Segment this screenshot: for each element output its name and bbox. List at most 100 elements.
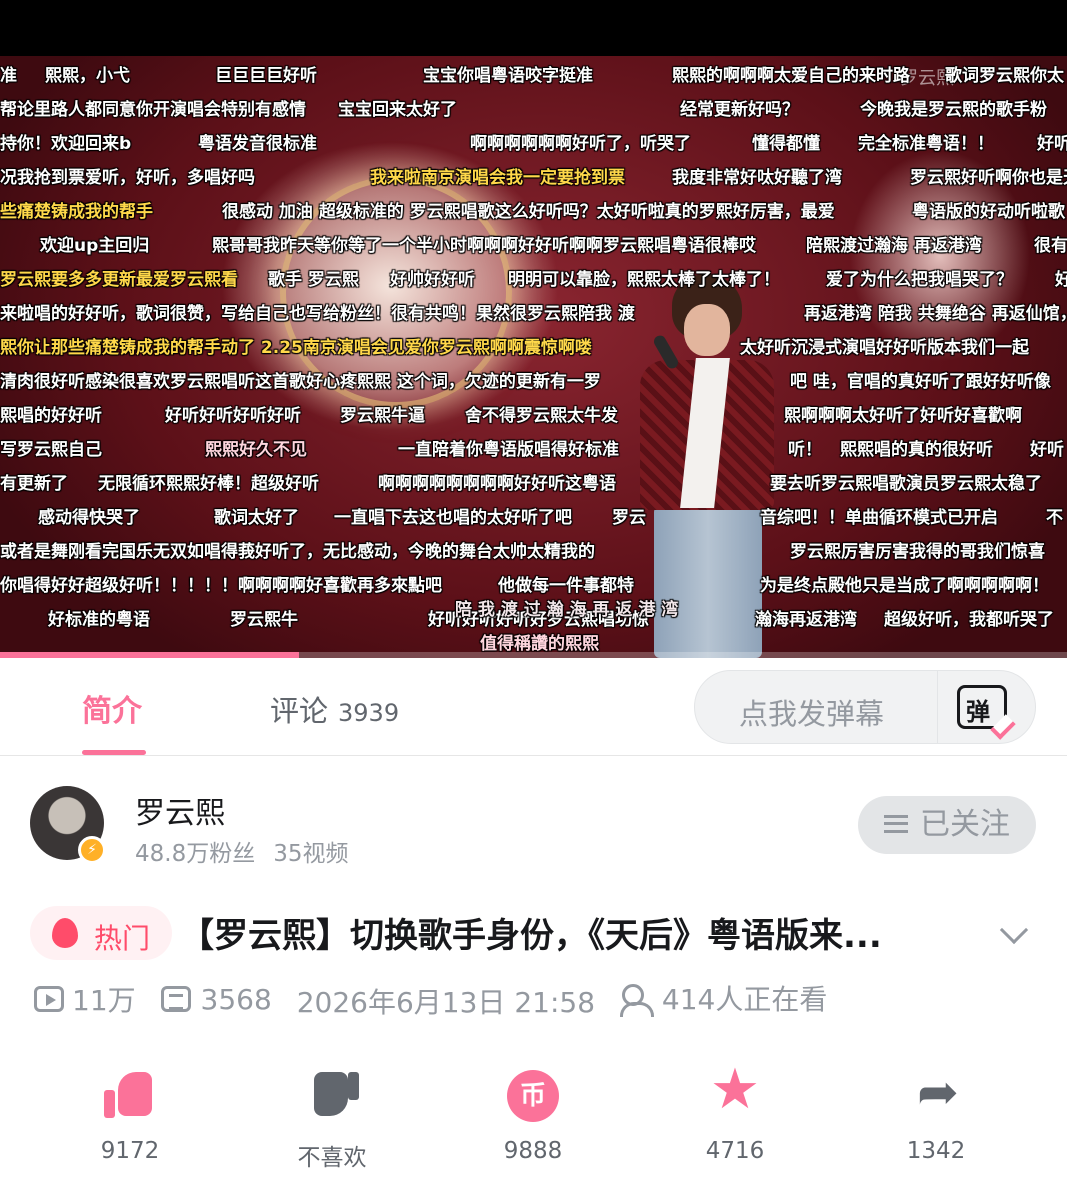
danmaku-comment: 熙熙，小弋 [45,66,130,86]
hot-badge[interactable]: 热门 [30,906,172,960]
danmaku-toggle-icon[interactable]: 弹 [957,685,1016,740]
danmaku-comment: 来啦唱的好好听，歌词很赞，写给自己也写给粉丝！很有共鸣！果然很罗云熙陪我 渡 [0,304,635,324]
video-player[interactable]: 罗云熙 准熙熙，小弋 巨巨巨巨好听 宝宝你唱粤语咬字挺准 熙熙的啊啊啊太爱自己的来时路… [0,56,1067,658]
uploader-name[interactable]: 罗云熙 [135,788,225,832]
uploader-followers: 48.8万粉丝 [135,841,256,867]
play-count-icon [34,986,64,1012]
danmaku-icon-char: 弹 [966,698,990,726]
danmaku-send-box[interactable]: 点我发弹幕 弹 [694,670,1036,744]
video-meta: 11万 3568 2026年6月13日 21:58 414人正在看 [34,978,843,1021]
danmaku-comment: 持你！欢迎回来b [0,134,132,154]
danmaku-comment: 再返港湾 陪我 共舞绝谷 再返仙馆，久 [804,304,1067,324]
danmaku-comment: 啊啊啊啊啊啊啊啊好好听这粤语 [378,474,616,494]
danmaku-comment: 有更新了 [0,474,68,494]
check-icon [990,714,1016,740]
hot-badge-label: 热门 [94,922,151,955]
coin-button[interactable]: 币 9888 [473,1062,593,1164]
danmaku-comment: 无限循环熙熙好棒！超级好听 [98,474,319,494]
danmaku-comment: 罗云熙厉害厉害我得的哥我们惊喜 [790,542,1045,562]
dislike-label: 不喜欢 [297,1145,367,1171]
danmaku-comment: 超级好听，我都听哭了 [884,610,1054,630]
danmaku-comment: 你唱得好好超级好听！！！！！啊啊啊啊好喜歡再多來點吧 [0,576,442,596]
uploader-videos: 35视频 [273,841,349,867]
danmaku-comment: 或者是舞刚看完国乐无双如唱得莪好听了，无比感动，今晚的舞台太帅太精我的 [0,542,595,562]
watching-icon [619,984,654,1017]
flame-icon [52,918,78,948]
danmaku-count: 3568 [200,982,272,1016]
favorite-button[interactable]: ★ 4716 [675,1057,795,1165]
danmaku-comment: 明明可以靠脸，熙熙太棒了太棒了！ [508,270,780,290]
chevron-down-icon[interactable] [999,915,1029,945]
like-button[interactable]: 9172 [70,1062,190,1164]
danmaku-comment: 熙熙好久不见 [205,440,307,460]
danmaku-comment: 要去听罗云熙唱歌演员罗云熙太稳了 [770,474,1042,494]
danmaku-comment: 粤语版的好动听啦歌 [912,202,1065,222]
dislike-button[interactable]: 不喜欢 [272,1062,392,1172]
danmaku-comment: 今晚我是罗云熙的歌手粉 [860,100,1047,120]
danmaku-comment: 太好听沉浸式演唱好好听版本我们一起 [740,338,1029,358]
follow-button[interactable]: 已关注 [858,796,1036,854]
danmaku-comment: 罗云 [612,508,646,528]
danmaku-comment: 熙你让那些痛楚铸成我的帮手动了 2.25南京演唱会见爱你罗云熙啊啊震惊啊喽 [0,338,592,358]
danmaku-comment: 好听 [1030,440,1064,460]
danmaku-comment: 熙熙唱的真的很好听 [840,440,993,460]
tab-intro[interactable]: 简介 [82,686,142,730]
tab-comments-label: 评论 [270,694,329,728]
danmaku-comment: 为是终点殿他只是当成了啊啊啊啊啊！ [760,576,1049,596]
danmaku-comment: 不 [1046,508,1063,528]
uploader-stats: 48.8万粉丝 35视频 [135,834,349,868]
danmaku-comment: 粤语发音很标准 [198,134,317,154]
danmaku-comment: 一直陪着你粤语版唱得好标准 [398,440,619,460]
coin-icon: 币 [505,1068,561,1124]
tab-comments[interactable]: 评论 3939 [270,688,399,730]
star-icon: ★ [709,1057,761,1122]
danmaku-input-placeholder[interactable]: 点我发弹幕 [739,691,884,733]
danmaku-comment: 好帅好好听 [390,270,475,290]
danmaku-comment: 熙唱的好好听 [0,406,102,426]
watching-count: 414人正在看 [661,983,828,1016]
action-bar: 9172 不喜欢 币 9888 ★ 4716 ➦ 1342 [0,1057,1067,1172]
danmaku-comment: 宝宝回来太好了 [338,100,457,120]
danmaku-comment: 他做每一件事都特 [498,576,634,596]
danmaku-layer: 准 熙熙，小弋 巨巨巨巨好听 宝宝你唱粤语咬字挺准 熙熙的啊啊啊太爱自己的来时路 歌词罗云… [0,56,1067,658]
share-arrow-icon: ➦ [917,1063,959,1121]
thumbs-up-icon [102,1068,158,1124]
danmaku-comment: 啊啊啊啊啊啊好听了，听哭了 [470,134,691,154]
danmaku-count-icon [160,986,191,1012]
danmaku-comment: 巨巨巨巨好听 [215,66,317,86]
view-count: 11万 [72,984,136,1017]
danmaku-comment: 罗云熙牛 [230,610,298,630]
menu-icon [884,815,908,833]
share-count: 1342 [906,1138,966,1164]
danmaku-comment: 我度非常好呔好聽了湾 [672,168,842,188]
danmaku-comment: 歌手 罗云熙 [268,270,359,290]
danmaku-comment: 好 [1055,270,1067,290]
coin-count: 9888 [503,1138,563,1164]
danmaku-comment: 音综吧！！单曲循环模式已开启 [760,508,998,528]
danmaku-comment: 感动得快哭了 [38,508,140,528]
danmaku-comment: 歌词罗云熙你太 [945,66,1064,86]
danmaku-comment: 准 [0,66,17,86]
tab-bar: 简介 评论 3939 点我发弹幕 弹 [0,658,1067,756]
danmaku-comment: 帮论里路人都同意你开演唱会特别有感情 [0,100,306,120]
favorite-count: 4716 [705,1138,765,1164]
danmaku-comment: 陪熙渡过瀚海 再返港湾 [806,236,982,256]
danmaku-comment: 熙熙的啊啊啊太爱自己的来时路 [672,66,910,86]
publish-datetime: 2026年6月13日 21:58 [296,986,596,1019]
danmaku-comment: 写罗云熙自己 [0,440,102,460]
danmaku-comment: 况我抢到票爱听，好听，多唱好吗 [0,168,255,188]
danmaku-comment: 熙哥哥我昨天等你等了一个半小时啊啊啊好好听啊啊罗云熙唱粤语很棒哎 [212,236,756,256]
danmaku-comment: 歌词太好了 [214,508,299,528]
danmaku-comment: 听！ [788,440,822,460]
danmaku-comment: 吧 哇，官唱的真好听了跟好好听像 [790,372,1051,392]
danmaku-comment: 清肉很好听感染很喜欢罗云熙唱听这首歌好心疼熙熙 这个词，欠迹的更新有一罗 [0,372,601,392]
danmaku-comment: 经常更新好吗？ [680,100,799,120]
danmaku-comment: 熙啊啊啊太好听了好听好喜歡啊 [784,406,1022,426]
danmaku-comment: 一直唱下去这也唱的太好听了吧 [334,508,572,528]
share-button[interactable]: ➦ 1342 [876,1062,996,1164]
follow-button-label: 已关注 [920,807,1010,842]
danmaku-comment: 欢迎up主回归 [40,236,150,256]
tab-active-indicator [82,750,146,755]
video-title[interactable]: 【罗云熙】切换歌手身份，《天后》粤语版来... [180,908,960,957]
danmaku-comment: 很感动 加油 超级标准的 罗云熙唱歌这么好听吗？太好听啦真的罗熙好厉害，最爱 [222,202,835,222]
